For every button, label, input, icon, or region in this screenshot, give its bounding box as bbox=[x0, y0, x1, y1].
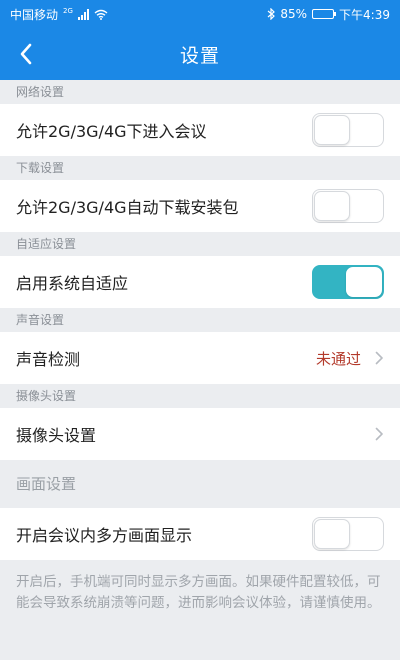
section-header-sound: 声音设置 bbox=[0, 308, 400, 332]
row-label: 允许2G/3G/4G下进入会议 bbox=[16, 122, 207, 141]
clock: 下午4:39 bbox=[339, 7, 390, 22]
row-label: 允许2G/3G/4G自动下载安装包 bbox=[16, 198, 239, 217]
multi-screen-note: 开启后，手机端可同时显示多方画面。如果硬件配置较低，可能会导致系统崩溃等问题，进… bbox=[0, 560, 400, 626]
section-header-download: 下载设置 bbox=[0, 156, 400, 180]
section-header-screen: 画面设置 bbox=[0, 460, 400, 508]
row-label: 声音检测 bbox=[16, 350, 81, 369]
multi-screen-toggle[interactable] bbox=[312, 517, 384, 551]
toggle-knob bbox=[314, 519, 350, 549]
back-button[interactable] bbox=[8, 36, 44, 72]
status-bar-left: 中国移动 2G bbox=[10, 6, 108, 23]
battery-icon bbox=[312, 9, 337, 19]
battery-percent: 85% bbox=[280, 7, 308, 21]
sound-check-status: 未通过 bbox=[315, 349, 361, 368]
row-sound-check[interactable]: 声音检测 未通过 bbox=[0, 332, 400, 384]
enable-adaptive-toggle[interactable] bbox=[312, 265, 384, 299]
signal-icon bbox=[77, 8, 89, 20]
row-label: 摄像头设置 bbox=[16, 426, 97, 445]
status-bar: 中国移动 2G 85% 下午4:39 bbox=[0, 0, 400, 28]
row-enable-adaptive: 启用系统自适应 bbox=[0, 256, 400, 308]
bluetooth-icon bbox=[267, 8, 276, 20]
toggle-knob bbox=[346, 267, 382, 297]
row-right: 未通过 bbox=[316, 348, 384, 369]
row-camera-settings[interactable]: 摄像头设置 bbox=[0, 408, 400, 460]
chevron-left-icon bbox=[20, 43, 32, 65]
chevron-right-icon bbox=[375, 351, 383, 365]
auto-download-toggle[interactable] bbox=[312, 189, 384, 223]
row-label: 开启会议内多方画面显示 bbox=[16, 526, 193, 545]
network-type: 2G bbox=[63, 7, 73, 15]
chevron-right-icon bbox=[375, 427, 383, 441]
status-bar-right: 85% 下午4:39 bbox=[267, 6, 390, 23]
page-title: 设置 bbox=[179, 44, 220, 67]
settings-list: 网络设置 允许2G/3G/4G下进入会议 下载设置 允许2G/3G/4G自动下载… bbox=[0, 80, 400, 626]
row-auto-download: 允许2G/3G/4G自动下载安装包 bbox=[0, 180, 400, 232]
row-label: 启用系统自适应 bbox=[16, 274, 129, 293]
row-allow-meeting: 允许2G/3G/4G下进入会议 bbox=[0, 104, 400, 156]
section-header-network: 网络设置 bbox=[0, 80, 400, 104]
section-header-camera: 摄像头设置 bbox=[0, 384, 400, 408]
toggle-knob bbox=[314, 191, 350, 221]
row-multi-screen: 开启会议内多方画面显示 bbox=[0, 508, 400, 560]
wifi-icon bbox=[94, 9, 108, 20]
section-header-adaptive: 自适应设置 bbox=[0, 232, 400, 256]
carrier-name: 中国移动 bbox=[10, 7, 59, 22]
toggle-knob bbox=[314, 115, 350, 145]
nav-bar: 设置 bbox=[0, 28, 400, 80]
allow-meeting-toggle[interactable] bbox=[312, 113, 384, 147]
